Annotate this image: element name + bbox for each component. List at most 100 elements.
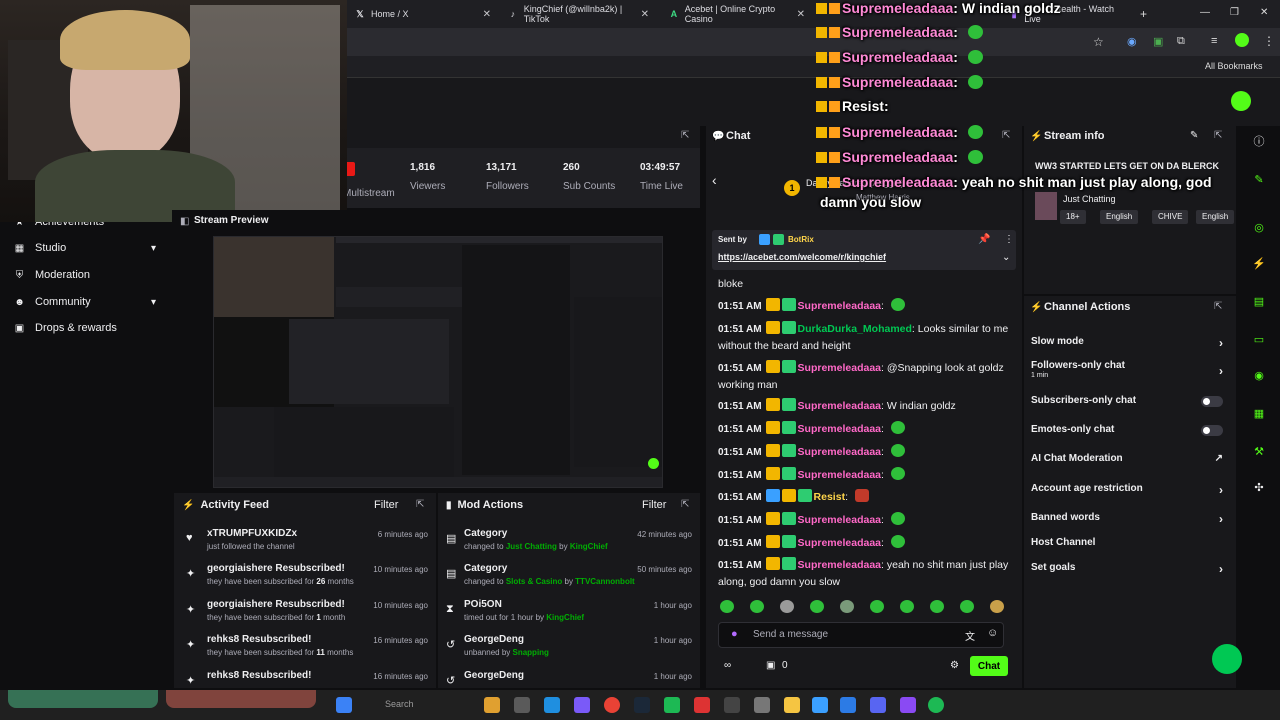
activity-filter-button[interactable]: Filter	[374, 499, 398, 511]
spotify-icon[interactable]	[928, 697, 944, 713]
mod-target[interactable]: Slots & Casino	[506, 577, 562, 586]
microphone-icon[interactable]: ●	[731, 628, 738, 640]
app-icon[interactable]	[812, 697, 828, 713]
bolt-icon[interactable]: ⚡	[1250, 254, 1268, 272]
subscribers-only-toggle[interactable]	[1201, 396, 1223, 407]
mod-filter-button[interactable]: Filter	[642, 499, 666, 511]
ai-moderation-row[interactable]: AI Chat Moderation ↗	[1031, 453, 1229, 464]
chevron-down-icon[interactable]: ⌄	[1002, 252, 1010, 263]
apps-icon[interactable]: ✣	[1250, 478, 1268, 496]
clipboard-icon[interactable]: ▤	[1250, 292, 1268, 310]
emote-icon[interactable]	[810, 600, 824, 613]
pencil-icon[interactable]: ✎	[1250, 170, 1268, 188]
target-icon[interactable]: ◎	[1250, 218, 1268, 236]
close-icon[interactable]: ✕	[641, 9, 649, 20]
pin-icon[interactable]: 📌	[978, 234, 990, 245]
app-icon[interactable]	[694, 697, 710, 713]
chat-username[interactable]: Supremeleadaaa	[798, 514, 881, 526]
broadcast-icon[interactable]: ◉	[1250, 366, 1268, 384]
followers-only-row[interactable]: Followers-only chat 1 min ›	[1031, 360, 1229, 379]
external-link-icon[interactable]: ↗	[1215, 453, 1223, 464]
emote-icon[interactable]	[960, 600, 974, 613]
chat-send-button[interactable]: Chat	[970, 656, 1008, 676]
emote-icon[interactable]	[990, 600, 1004, 613]
nav-moderation[interactable]: ⛨ Moderation	[14, 269, 90, 281]
emote-icon[interactable]	[900, 600, 914, 613]
chat-input[interactable]: ● Send a message 文 ☺	[718, 622, 1004, 648]
chat-username[interactable]: Supremeleadaaa	[798, 400, 881, 412]
chat-icon[interactable]: ▭	[1250, 330, 1268, 348]
more-vertical-icon[interactable]: ⋮	[1004, 234, 1014, 245]
wrench-icon[interactable]: ⚒	[1250, 442, 1268, 460]
account-age-row[interactable]: Account age restriction ›	[1031, 483, 1229, 497]
app-icon[interactable]	[574, 697, 590, 713]
close-icon[interactable]: ✕	[797, 9, 805, 20]
chat-username[interactable]: Supremeleadaaa	[798, 362, 881, 374]
mod-actor[interactable]: Snapping	[513, 648, 549, 657]
emotes-only-toggle[interactable]	[1201, 425, 1223, 436]
chrome-icon[interactable]	[604, 697, 620, 713]
settings-icon[interactable]	[754, 697, 770, 713]
emote-icon[interactable]	[780, 600, 794, 613]
infinity-icon[interactable]: ∞	[724, 660, 731, 671]
chat-username[interactable]: DurkaDurka_Mohamed	[798, 323, 912, 335]
chat-username[interactable]: Supremeleadaaa	[798, 446, 881, 458]
browser-tab[interactable]: A Acebet | Online Crypto Casino ✕	[661, 4, 811, 24]
mod-actor[interactable]: KingChief	[570, 542, 608, 551]
info-icon[interactable]: ⓘ	[1250, 132, 1268, 150]
edge-icon[interactable]	[544, 697, 560, 713]
steam-icon[interactable]	[634, 697, 650, 713]
window-close-icon[interactable]: ✕	[1260, 7, 1268, 18]
app-icon[interactable]	[840, 697, 856, 713]
app-icon[interactable]	[484, 697, 500, 713]
chevron-right-icon[interactable]: ›	[1219, 483, 1223, 497]
browser-tab[interactable]: ♪ KingChief (@willnba2k) | TikTok ✕	[500, 4, 655, 24]
nav-drops-rewards[interactable]: ▣ Drops & rewards	[14, 322, 117, 334]
set-goals-row[interactable]: Set goals ›	[1031, 562, 1229, 576]
chat-username[interactable]: Supremeleadaaa	[798, 469, 881, 481]
xbox-icon[interactable]	[664, 697, 680, 713]
chevron-right-icon[interactable]: ›	[1219, 364, 1223, 378]
chevron-right-icon[interactable]: ›	[1219, 562, 1223, 576]
chat-username[interactable]: Supremeleadaaa	[798, 559, 881, 571]
popout-icon[interactable]: ⇱	[1214, 301, 1222, 312]
emoji-icon[interactable]: ☺	[987, 627, 998, 639]
chevron-right-icon[interactable]: ›	[1219, 512, 1223, 526]
mod-actor[interactable]: KingChief	[546, 613, 584, 622]
task-view-icon[interactable]	[514, 697, 530, 713]
popout-icon[interactable]: ⇱	[681, 499, 689, 510]
chevron-right-icon[interactable]: ›	[1219, 336, 1223, 350]
taskbar-search[interactable]: Search	[385, 699, 414, 709]
slow-mode-row[interactable]: Slow mode ›	[1031, 336, 1229, 350]
banned-words-row[interactable]: Banned words ›	[1031, 512, 1229, 526]
nav-community[interactable]: ☻ Community	[14, 296, 90, 308]
mod-actor[interactable]: TTVCannonbolt	[575, 577, 635, 586]
host-channel-row[interactable]: Host Channel	[1031, 537, 1229, 548]
multistream-label[interactable]: Multistream	[343, 188, 395, 199]
close-icon[interactable]: ✕	[483, 9, 491, 20]
chevron-down-icon[interactable]: ▾	[151, 243, 156, 254]
chevron-down-icon[interactable]: ▾	[151, 297, 156, 308]
nav-studio[interactable]: ▦ Studio	[14, 242, 66, 254]
emote-icon[interactable]	[930, 600, 944, 613]
emote-icon[interactable]	[870, 600, 884, 613]
more-vertical-icon[interactable]: ⋮	[1263, 34, 1275, 48]
discord-icon[interactable]	[870, 697, 886, 713]
obs-icon[interactable]	[900, 697, 916, 713]
stream-preview-video[interactable]	[213, 236, 663, 488]
epic-games-icon[interactable]	[724, 697, 740, 713]
chat-username[interactable]: Supremeleadaaa	[798, 300, 881, 312]
profile-avatar[interactable]	[1235, 33, 1249, 47]
browser-tab[interactable]: 𝕏 Home / X ✕	[347, 4, 497, 24]
popout-icon[interactable]: ⇱	[681, 130, 689, 141]
popout-icon[interactable]: ⇱	[416, 499, 424, 510]
chat-username[interactable]: Supremeleadaaa	[798, 537, 881, 549]
pinned-link[interactable]: https://acebet.com/welcome/r/kingchief	[718, 252, 886, 262]
file-explorer-icon[interactable]	[784, 697, 800, 713]
help-chat-icon[interactable]	[1212, 644, 1242, 674]
pinned-sender[interactable]: BotRix	[788, 235, 814, 244]
emote-icon[interactable]	[750, 600, 764, 613]
chat-username[interactable]: Resist	[814, 491, 846, 503]
chat-username[interactable]: Supremeleadaaa	[798, 423, 881, 435]
mod-target[interactable]: Just Chatting	[506, 542, 557, 551]
